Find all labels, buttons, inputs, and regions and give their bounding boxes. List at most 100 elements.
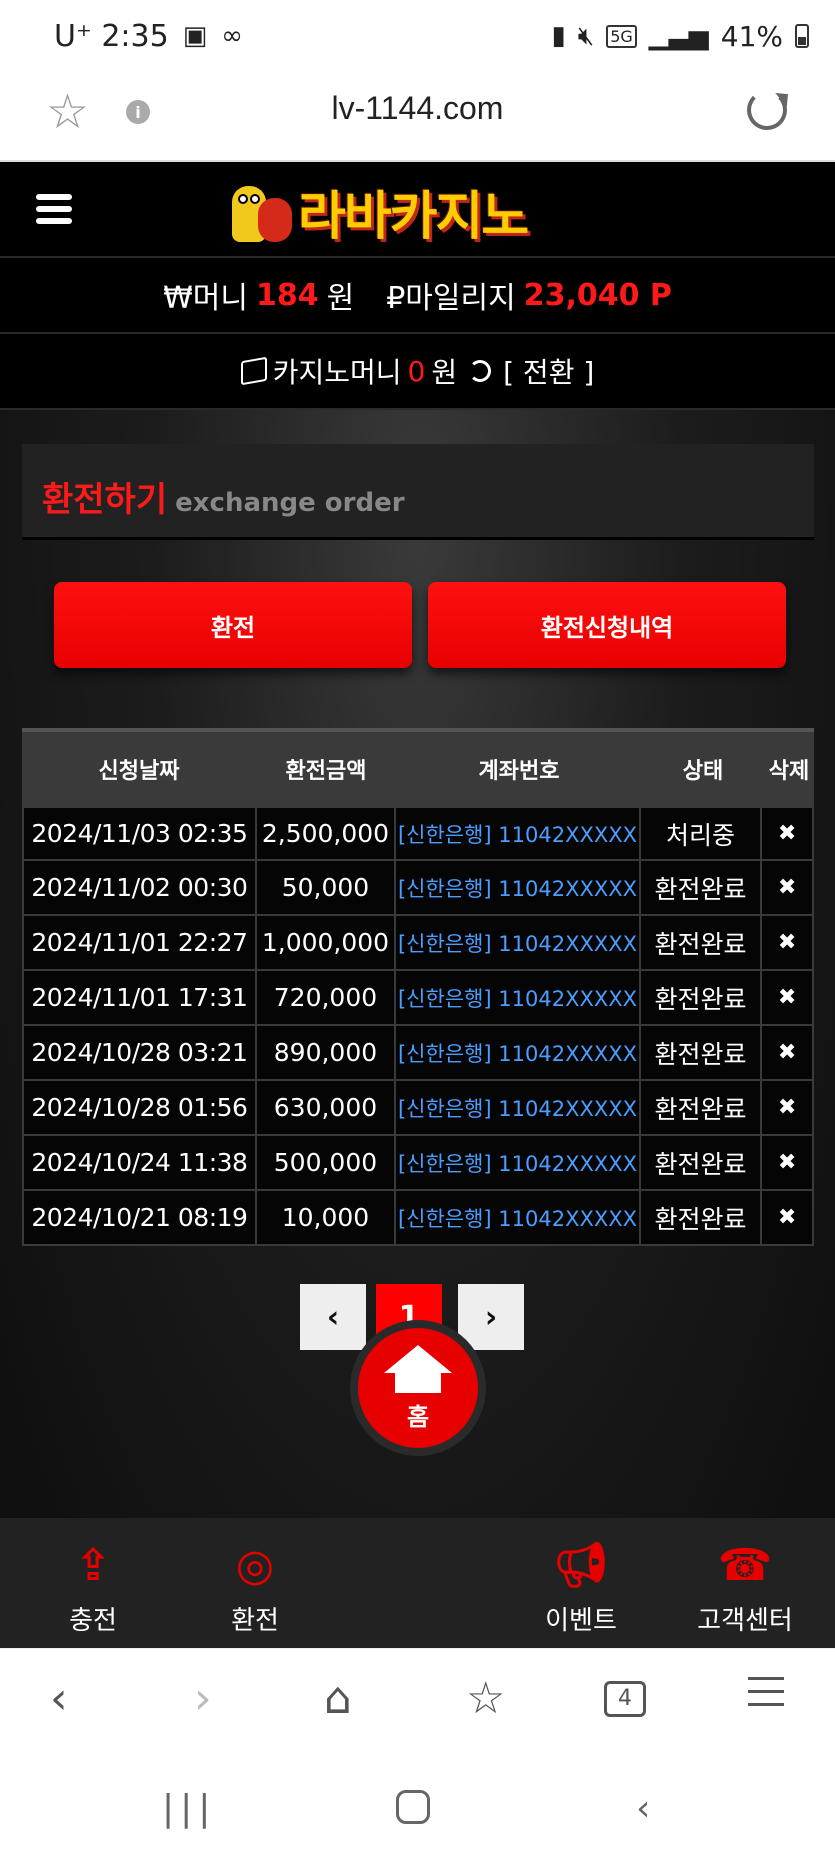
- android-back-icon[interactable]: ‹: [636, 1788, 650, 1829]
- browser-back-icon[interactable]: ‹: [50, 1677, 68, 1721]
- nav-charge[interactable]: ⇪ 충전: [38, 1538, 148, 1637]
- row-date: 2024/10/28 03:21: [24, 1026, 257, 1079]
- money-label: ₩머니: [163, 281, 248, 316]
- android-home-icon[interactable]: [396, 1790, 430, 1824]
- nav-exchange-label: 환전: [231, 1606, 279, 1636]
- delete-icon[interactable]: ✖: [762, 1136, 812, 1189]
- home-label: 홈: [406, 1402, 430, 1431]
- logo-mascot-icon: [226, 178, 298, 244]
- row-status: 환전완료: [641, 1191, 763, 1244]
- row-date: 2024/11/03 02:35: [24, 808, 257, 859]
- row-status: 환전완료: [641, 971, 763, 1024]
- table-row: 2024/10/28 03:21 890,000 [신한은행] 11042XXX…: [22, 1026, 814, 1081]
- browser-forward-icon[interactable]: ›: [194, 1677, 212, 1721]
- browser-tabs-icon[interactable]: 4: [604, 1681, 646, 1717]
- row-status: 환전완료: [641, 916, 763, 969]
- nav-exchange[interactable]: ◎ 환전: [200, 1538, 310, 1637]
- signal-icon: ▁▃▅: [648, 21, 709, 51]
- casino-money-unit: 원: [431, 356, 458, 389]
- table-row: 2024/11/01 22:27 1,000,000 [신한은행] 11042X…: [22, 916, 814, 971]
- row-date: 2024/11/02 00:30: [24, 861, 257, 914]
- browser-menu-icon[interactable]: [748, 1677, 784, 1716]
- site-logo[interactable]: 라바카지노: [226, 176, 612, 247]
- table-row: 2024/10/24 11:38 500,000 [신한은행] 11042XXX…: [22, 1136, 814, 1191]
- gallery-icon: ▣: [182, 21, 208, 51]
- header-account: 계좌번호: [478, 759, 560, 784]
- exchange-button[interactable]: 환전: [54, 582, 412, 668]
- row-account: [신한은행] 11042XXXXX: [396, 1136, 641, 1189]
- row-date: 2024/11/01 17:31: [24, 971, 257, 1024]
- mileage-label: ₽마일리지: [386, 281, 516, 316]
- row-account: [신한은행] 11042XXXXX: [396, 1026, 641, 1079]
- header-date: 신청날짜: [98, 759, 180, 784]
- home-button[interactable]: 홈: [350, 1320, 486, 1456]
- browser-bookmarks-icon[interactable]: ☆: [466, 1677, 505, 1721]
- row-amount: 630,000: [257, 1081, 397, 1134]
- panel-title-en: exchange order: [175, 488, 405, 518]
- browser-home-icon[interactable]: ⌂: [324, 1677, 352, 1721]
- delete-icon[interactable]: ✖: [762, 1191, 812, 1244]
- nav-customer-center[interactable]: ☎ 고객센터: [690, 1538, 800, 1637]
- header-delete: 삭제: [768, 759, 810, 784]
- delete-icon[interactable]: ✖: [762, 1081, 812, 1134]
- nav-cs-label: 고객센터: [697, 1606, 793, 1636]
- battery-icon: [795, 24, 809, 48]
- row-status: 환전완료: [641, 1136, 763, 1189]
- mute-icon: 🔇︎: [577, 21, 595, 51]
- row-account: [신한은행] 11042XXXXX: [396, 861, 641, 914]
- reload-icon[interactable]: [747, 90, 787, 130]
- site-bottom-nav: ⇪ 충전 ◎ 환전 📢︎ 이벤트 ☎ 고객센터: [0, 1518, 835, 1648]
- carrier-time: U⁺ 2:35: [54, 18, 169, 54]
- row-amount: 10,000: [257, 1191, 397, 1244]
- money-value: 184: [255, 277, 319, 313]
- header-amount: 환전금액: [285, 759, 367, 784]
- row-account: [신한은행] 11042XXXXX: [396, 1191, 641, 1244]
- delete-icon[interactable]: ✖: [762, 808, 812, 859]
- browser-toolbar: ‹ › ⌂ ☆ 4: [0, 1648, 835, 1754]
- row-date: 2024/10/21 08:19: [24, 1191, 257, 1244]
- network-badge: 5G: [606, 24, 637, 48]
- table-row: 2024/10/21 08:19 10,000 [신한은행] 11042XXXX…: [22, 1191, 814, 1246]
- row-amount: 50,000: [257, 861, 397, 914]
- row-account: [신한은행] 11042XXXXX: [396, 916, 641, 969]
- table-row: 2024/11/02 00:30 50,000 [신한은행] 11042XXXX…: [22, 861, 814, 916]
- panel-title: 환전하기 exchange order: [22, 444, 814, 540]
- row-amount: 1,000,000: [257, 916, 397, 969]
- delete-icon[interactable]: ✖: [762, 916, 812, 969]
- exchange-table-body: 2024/11/03 02:35 2,500,000 [신한은행] 11042X…: [22, 806, 814, 1246]
- hamburger-menu-icon[interactable]: [36, 194, 72, 226]
- phone-24-icon: ☎: [717, 1540, 773, 1591]
- row-status: 환전완료: [641, 861, 763, 914]
- panel-title-ko: 환전하기: [42, 480, 168, 520]
- table-row: 2024/10/28 01:56 630,000 [신한은행] 11042XXX…: [22, 1081, 814, 1136]
- casino-money-bar: 카지노머니 0 원 [ 전환 ]: [0, 334, 835, 410]
- exchange-history-button[interactable]: 환전신청내역: [428, 582, 786, 668]
- refresh-icon[interactable]: [469, 360, 492, 382]
- wallet-bar: ₩머니 184 원 ₽마일리지 23,040 P: [0, 258, 835, 334]
- mileage-value: 23,040 P: [523, 277, 672, 313]
- table-row: 2024/11/01 17:31 720,000 [신한은행] 11042XXX…: [22, 971, 814, 1026]
- row-account: [신한은행] 11042XXXXX: [396, 808, 641, 859]
- row-status: 환전완료: [641, 1081, 763, 1134]
- delete-icon[interactable]: ✖: [762, 861, 812, 914]
- recent-apps-icon[interactable]: |||: [162, 1788, 216, 1829]
- nav-event[interactable]: 📢︎ 이벤트: [526, 1538, 636, 1637]
- browser-url-bar: ☆ i lv-1144.com: [0, 72, 835, 162]
- row-account: [신한은행] 11042XXXXX: [396, 1081, 641, 1134]
- row-amount: 500,000: [257, 1136, 397, 1189]
- pagination-prev-button[interactable]: ‹: [300, 1284, 366, 1350]
- logo-text: 라바카지노: [298, 186, 529, 247]
- nfc-icon: ▮: [551, 21, 566, 51]
- row-status: 환전완료: [641, 1026, 763, 1079]
- delete-icon[interactable]: ✖: [762, 971, 812, 1024]
- dice-icon: [240, 356, 267, 386]
- row-date: 2024/11/01 22:27: [24, 916, 257, 969]
- delete-icon[interactable]: ✖: [762, 1026, 812, 1079]
- url-text[interactable]: lv-1144.com: [0, 90, 835, 127]
- casino-money-label: 카지노머니: [272, 356, 402, 389]
- convert-button[interactable]: [ 전환 ]: [503, 351, 594, 391]
- nav-charge-label: 충전: [69, 1606, 117, 1636]
- table-row: 2024/11/03 02:35 2,500,000 [신한은행] 11042X…: [22, 806, 814, 861]
- pagination-next-button[interactable]: ›: [458, 1284, 524, 1350]
- charge-box-icon: ⇪: [74, 1540, 112, 1591]
